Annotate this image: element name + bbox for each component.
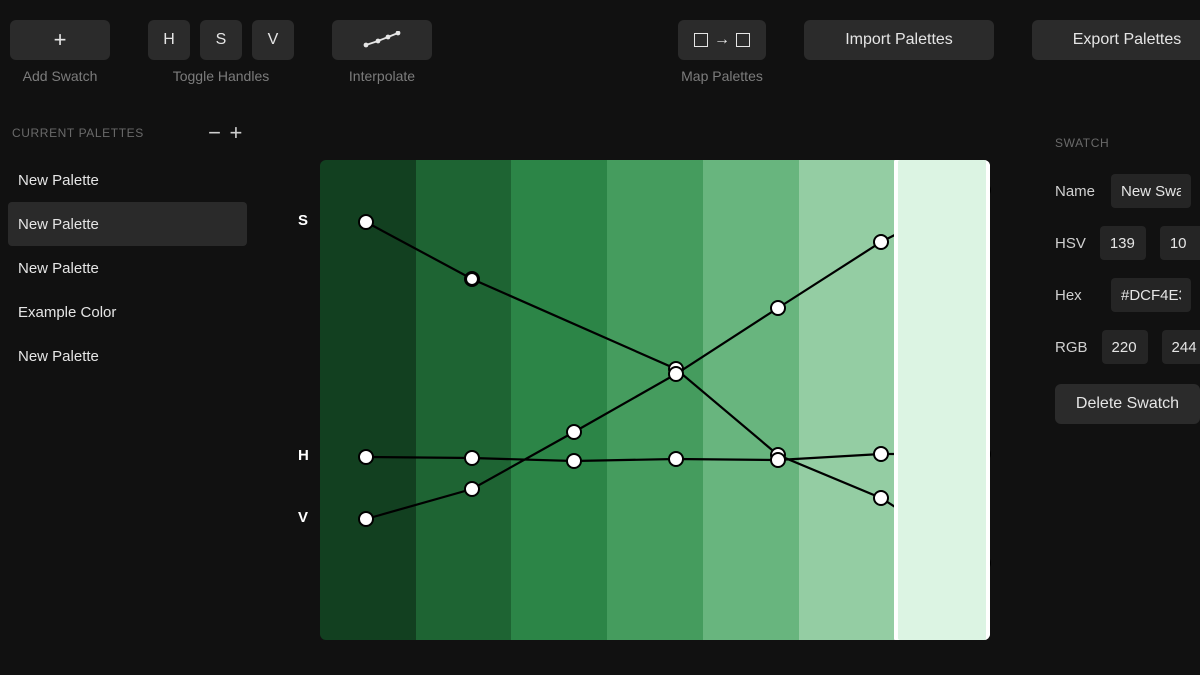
- toggle-s-button[interactable]: S: [200, 20, 242, 60]
- palettes-sidebar: CURRENT PALETTES New PaletteNew PaletteN…: [0, 100, 255, 675]
- canvas-area: S H V: [255, 100, 1055, 675]
- curve-handle[interactable]: [873, 234, 889, 250]
- axis-label-s: S: [298, 212, 308, 229]
- palette-item[interactable]: New Palette: [8, 158, 247, 202]
- toggle-handles-group: H S V Toggle Handles: [148, 20, 294, 84]
- interpolate-group: Interpolate: [332, 20, 432, 84]
- remove-palette-button[interactable]: [208, 120, 221, 146]
- curve-handle[interactable]: [464, 450, 480, 466]
- canvas-wrap: S H V: [320, 160, 990, 640]
- export-palettes-button[interactable]: Export Palettes: [1032, 20, 1200, 60]
- rgb-label: RGB: [1055, 339, 1088, 356]
- curve-handle[interactable]: [358, 214, 374, 230]
- interpolate-icon: [362, 31, 402, 49]
- axis-label-h: H: [298, 447, 309, 464]
- hsv-s-input[interactable]: [1160, 226, 1200, 260]
- hsv-field: HSV: [1055, 226, 1200, 260]
- curve-handle[interactable]: [770, 300, 786, 316]
- rgb-g-input[interactable]: [1162, 330, 1200, 364]
- palette-item[interactable]: New Palette: [8, 334, 247, 378]
- palette-item[interactable]: New Palette: [8, 202, 247, 246]
- curve-handle[interactable]: [566, 453, 582, 469]
- rgb-r-input[interactable]: [1102, 330, 1148, 364]
- hsv-h-input[interactable]: [1100, 226, 1146, 260]
- hex-input[interactable]: [1111, 278, 1191, 312]
- add-swatch-button[interactable]: [10, 20, 110, 60]
- curve-handle[interactable]: [464, 271, 480, 287]
- map-palettes-group: → Map Palettes: [678, 20, 766, 84]
- interpolate-button[interactable]: [332, 20, 432, 60]
- import-group: Import Palettes: [804, 20, 994, 60]
- hsv-label: HSV: [1055, 235, 1086, 252]
- add-swatch-group: Add Swatch: [10, 20, 110, 84]
- curve-handle[interactable]: [668, 366, 684, 382]
- rgb-field: RGB: [1055, 330, 1200, 364]
- toggle-v-button[interactable]: V: [252, 20, 294, 60]
- main: CURRENT PALETTES New PaletteNew PaletteN…: [0, 100, 1200, 675]
- name-label: Name: [1055, 183, 1097, 200]
- palette-list: New PaletteNew PaletteNew PaletteExample…: [8, 158, 247, 378]
- toggle-handles-label: Toggle Handles: [173, 68, 270, 84]
- curve-handle[interactable]: [668, 451, 684, 467]
- handle-layer: [320, 160, 990, 640]
- hex-label: Hex: [1055, 287, 1097, 304]
- swatch-column[interactable]: [894, 160, 990, 640]
- export-group: Export Palettes: [1032, 20, 1200, 60]
- curve-handle[interactable]: [566, 424, 582, 440]
- palettes-title: CURRENT PALETTES: [12, 126, 144, 140]
- toggle-handles-row: H S V: [148, 20, 294, 60]
- swatch-panel-title: SWATCH: [1055, 136, 1200, 174]
- swatch-panel: SWATCH Name HSV Hex RGB Delete Swatch: [1055, 100, 1200, 675]
- palette-item[interactable]: New Palette: [8, 246, 247, 290]
- curve-handle[interactable]: [873, 446, 889, 462]
- add-palette-button[interactable]: [230, 120, 243, 146]
- toggle-h-button[interactable]: H: [148, 20, 190, 60]
- curve-handle[interactable]: [770, 452, 786, 468]
- name-field: Name: [1055, 174, 1200, 208]
- hex-field: Hex: [1055, 278, 1200, 312]
- palettes-header: CURRENT PALETTES: [8, 120, 247, 158]
- curve-handle[interactable]: [358, 449, 374, 465]
- add-swatch-label: Add Swatch: [23, 68, 98, 84]
- plus-icon: [54, 27, 67, 53]
- toolbar: Add Swatch H S V Toggle Handles Interpol…: [0, 0, 1200, 100]
- palette-item[interactable]: Example Color: [8, 290, 247, 334]
- axis-label-v: V: [298, 509, 308, 526]
- map-palettes-icon: →: [694, 31, 750, 49]
- map-palettes-button[interactable]: →: [678, 20, 766, 60]
- curve-handle[interactable]: [873, 490, 889, 506]
- interpolate-label: Interpolate: [349, 68, 415, 84]
- curve-handle[interactable]: [358, 511, 374, 527]
- delete-swatch-button[interactable]: Delete Swatch: [1055, 384, 1200, 424]
- name-input[interactable]: [1111, 174, 1191, 208]
- import-palettes-button[interactable]: Import Palettes: [804, 20, 994, 60]
- map-palettes-label: Map Palettes: [681, 68, 763, 84]
- curve-handle[interactable]: [464, 481, 480, 497]
